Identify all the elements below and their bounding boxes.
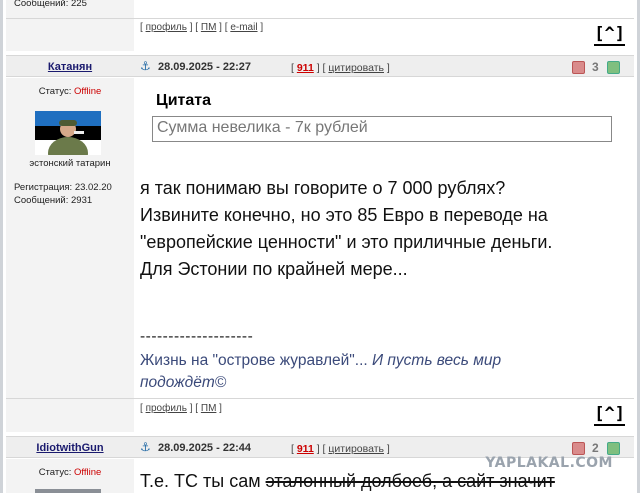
signature-italic: И пусть весь мир: [372, 352, 502, 369]
user-info-panel: Статус: Offline эстонский татарин Регист…: [6, 78, 134, 398]
post-date: 28.09.2025 - 22:27: [158, 61, 251, 73]
post-links: [ профиль ] [ ПМ ]: [140, 403, 222, 414]
vote-down-icon[interactable]: [572, 61, 585, 74]
post-body-line: Извините конечно, но это 85 Евро в перев…: [140, 205, 548, 225]
avatar[interactable]: [35, 111, 101, 155]
post-score: 2: [592, 441, 599, 455]
post-number: [ 911 ] [ цитировать ]: [291, 62, 390, 74]
prev-messages-count: Сообщений: 225: [14, 0, 87, 9]
post-body: Т.е. ТС ты сам эталонный долбоеб, а сайт…: [140, 468, 555, 493]
prev-post-links: [ профиль ] [ ПМ ] [ e-mail ]: [140, 22, 264, 33]
user-status: Статус: Offline: [38, 467, 102, 478]
profile-link[interactable]: профиль: [146, 22, 187, 33]
post-body-line: "европейские ценности" и это приличные д…: [140, 232, 553, 252]
site-watermark: YAPLAKAL.COM: [485, 455, 613, 471]
signature-text: Жизнь на "острове журавлей"...: [140, 352, 372, 369]
scroll-up-button[interactable]: [^]: [594, 404, 625, 426]
avatar[interactable]: [35, 489, 101, 493]
vote-up-icon[interactable]: [607, 442, 620, 455]
messages-count: Сообщений: 2931: [14, 195, 93, 206]
status-offline: Offline: [74, 86, 102, 97]
quote-link[interactable]: цитировать: [328, 443, 384, 455]
vote-down-icon[interactable]: [572, 442, 585, 455]
pm-link[interactable]: ПМ: [201, 403, 217, 414]
post-body-line: Для Эстонии по крайней мере...: [140, 259, 408, 279]
user-status: Статус: Offline: [38, 86, 102, 97]
signature: Жизнь на "острове журавлей"... И пусть в…: [140, 350, 501, 394]
post-body-text: Т.е. ТС ты сам: [140, 471, 266, 491]
post-date: 28.09.2025 - 22:44: [158, 442, 251, 454]
status-offline: Offline: [74, 467, 102, 478]
quote-box: Сумма невелика - 7к рублей: [152, 116, 612, 142]
pm-link[interactable]: ПМ: [201, 22, 217, 33]
scroll-up-button[interactable]: [^]: [594, 24, 625, 46]
post-body: я так понимаю вы говорите о 7 000 рублях…: [140, 175, 552, 283]
quote-title: Цитата: [156, 92, 211, 109]
forum-page: Сообщений: 225 [ профиль ] [ ПМ ] [ e-ma…: [0, 0, 640, 493]
signature-italic: подождёт©: [140, 374, 227, 391]
post-footer-left: [6, 399, 134, 432]
post-anchor-icon[interactable]: ⚓: [140, 440, 151, 454]
prev-post-userinfo: Сообщений: 225: [6, 0, 134, 18]
username-link[interactable]: IdiotwithGun: [6, 442, 134, 454]
email-link[interactable]: e-mail: [230, 22, 257, 33]
signature-divider: --------------------: [140, 328, 254, 345]
post-number: [ 911 ] [ цитировать ]: [291, 443, 390, 455]
quote-link[interactable]: цитировать: [328, 62, 384, 74]
post-number-link[interactable]: 911: [297, 443, 314, 455]
post-score: 3: [592, 60, 599, 74]
post-number-link[interactable]: 911: [297, 62, 314, 74]
username-link[interactable]: Катанян: [6, 61, 134, 73]
vote-up-icon[interactable]: [607, 61, 620, 74]
profile-link[interactable]: профиль: [146, 403, 187, 414]
registration-date: Регистрация: 23.02.20: [14, 182, 112, 193]
user-title: эстонский татарин: [29, 158, 111, 169]
post-body-line: я так понимаю вы говорите о 7 000 рублях…: [140, 178, 506, 198]
post-anchor-icon[interactable]: ⚓: [140, 59, 151, 73]
user-info-panel: Статус: Offline: [6, 459, 134, 493]
prev-post-footer-left: [6, 19, 134, 51]
post-body-strikethrough: эталонный долбоеб, а сайт значит: [265, 471, 555, 491]
